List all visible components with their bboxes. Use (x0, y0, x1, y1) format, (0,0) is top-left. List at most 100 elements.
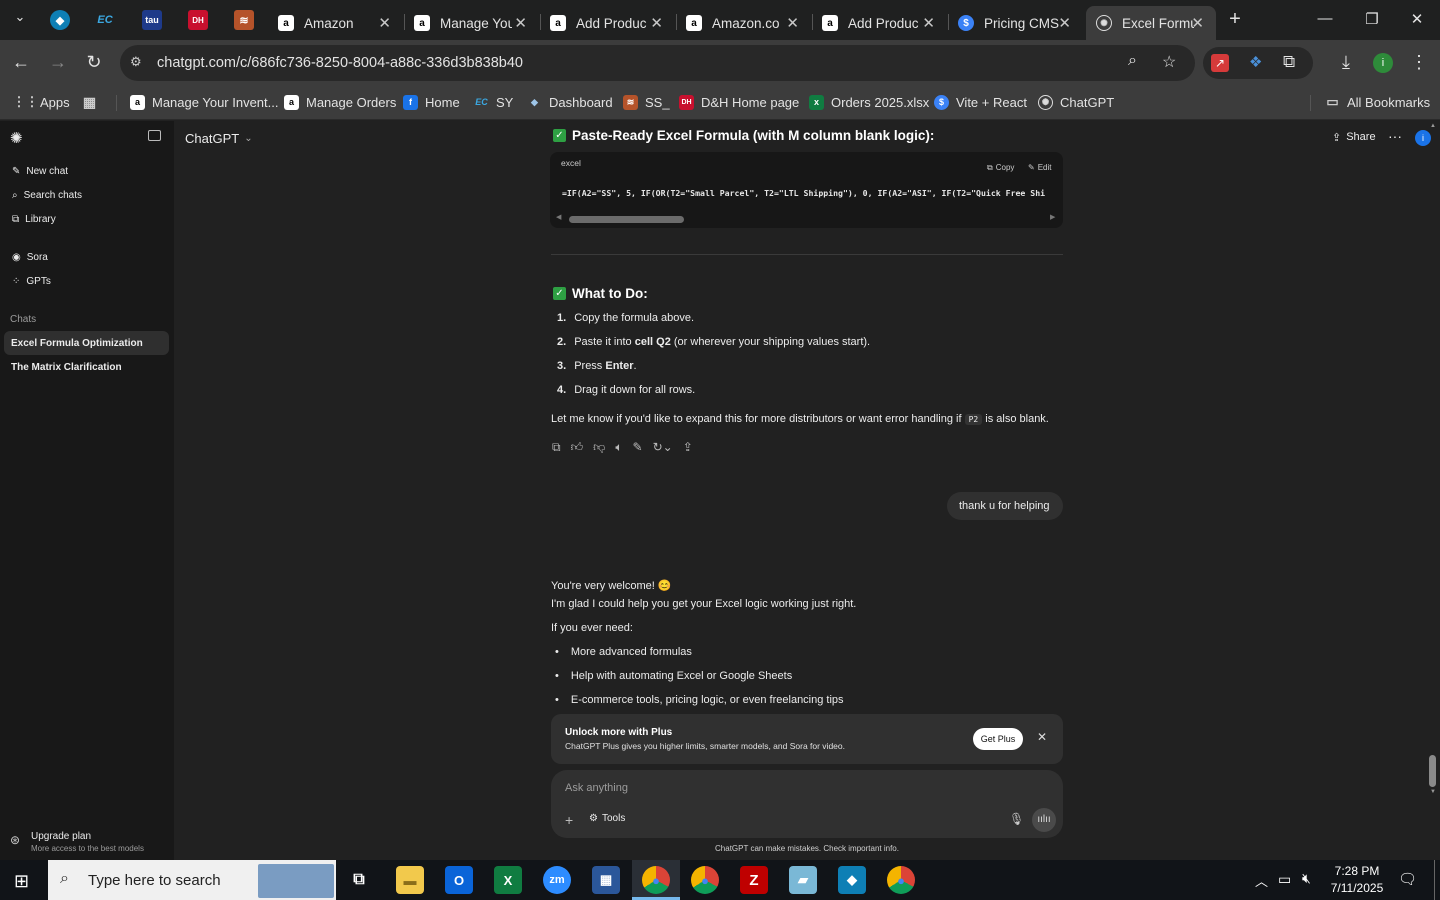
pinned-tab-app-icon[interactable]: ◆ (50, 10, 70, 30)
excel-icon[interactable]: X (494, 866, 522, 894)
tab-amazon[interactable]: a Amazon ✕ (268, 6, 403, 40)
volume-muted-icon[interactable]: 🔇︎ (1302, 870, 1311, 887)
model-selector[interactable]: ChatGPT ⌄ (185, 131, 253, 146)
chat-item-excel-formula[interactable]: Excel Formula Optimization (4, 331, 169, 355)
code-scrollbar[interactable]: ◀ ▶ (554, 214, 1059, 224)
url-text[interactable]: chatgpt.com/c/686fc736-8250-8004-a88c-33… (157, 55, 523, 71)
zoom-app-icon[interactable]: zm (543, 866, 571, 894)
scroll-up-icon[interactable]: ▲ (1430, 123, 1436, 129)
close-tab-icon[interactable]: ✕ (514, 14, 527, 32)
scrollbar-thumb[interactable] (569, 216, 684, 223)
pinned-tab-ec-icon[interactable]: EC (95, 10, 115, 30)
back-icon[interactable]: ← (10, 52, 32, 73)
show-hidden-icons-chevron-icon[interactable]: ︿ (1255, 871, 1268, 890)
zoom-icon[interactable]: ⌕ (1128, 52, 1137, 70)
share-icon[interactable]: ⇪ (683, 440, 693, 455)
bookmark-vite-react[interactable]: $ Vite + React (934, 92, 1027, 112)
copy-icon[interactable]: ⧉ (552, 440, 561, 455)
file-explorer-icon[interactable]: ▬ (396, 866, 424, 894)
chrome-icon[interactable]: ● (691, 866, 719, 894)
address-bar[interactable]: ⚙ chatgpt.com/c/686fc736-8250-8004-a88c-… (120, 45, 1195, 81)
tab-search-chevron-icon[interactable]: ⌄ (8, 9, 32, 25)
read-aloud-icon[interactable]: 🔈︎ (615, 440, 622, 455)
thumbs-down-icon[interactable]: 👎︎ (593, 440, 605, 455)
pinned-tab-stack-icon[interactable]: ≋ (234, 10, 254, 30)
new-chat-button[interactable]: ✎ New chat (12, 166, 68, 177)
prompt-input[interactable]: Ask anything (565, 782, 628, 794)
task-view-icon[interactable]: ⧉ (345, 866, 373, 894)
upgrade-plan-button[interactable]: ⊛ Upgrade plan More access to the best m… (10, 831, 170, 857)
tab-pricing-cms[interactable]: $ Pricing CMS ✕ (948, 6, 1083, 40)
chrome-profile-icon[interactable]: ● (887, 866, 915, 894)
close-icon[interactable]: ✕ (1037, 730, 1047, 744)
scroll-left-icon[interactable]: ◀ (556, 213, 561, 221)
page-scrollbar[interactable]: ▲ ▼ (1426, 121, 1440, 801)
calculator-icon[interactable]: ▦ (592, 866, 620, 894)
plus-attach-icon[interactable]: + (565, 812, 573, 828)
restore-icon[interactable]: ❐ (1360, 10, 1384, 28)
tab-groups-icon[interactable]: ▦ (82, 92, 104, 112)
regenerate-icon[interactable]: ↻⌄ (653, 440, 673, 455)
bookmark-orders-xlsx[interactable]: x Orders 2025.xlsx (809, 92, 929, 112)
bookmark-dh-home[interactable]: DH D&H Home page (679, 92, 799, 112)
edit-canvas-icon[interactable]: ✎ (633, 440, 643, 455)
tools-button[interactable]: ⚙ Tools (589, 813, 625, 824)
bookmark-chatgpt[interactable]: ✺ ChatGPT (1038, 92, 1114, 112)
tab-add-product-1[interactable]: a Add Produc ✕ (540, 6, 675, 40)
tab-amazon-com[interactable]: a Amazon.co ✕ (676, 6, 811, 40)
close-tab-icon[interactable]: ✕ (650, 14, 663, 32)
bookmark-dashboard[interactable]: ◆ Dashboard (527, 92, 613, 112)
chrome-icon[interactable]: ● (642, 866, 670, 894)
scrollbar-thumb[interactable] (1429, 755, 1436, 787)
sora-button[interactable]: ◉ Sora (12, 252, 48, 263)
openai-logo-icon[interactable]: ✺ (10, 129, 23, 147)
close-window-icon[interactable]: ✕ (1405, 10, 1429, 28)
bookmark-ss[interactable]: ≋ SS_ (623, 92, 670, 112)
edit-code-button[interactable]: ✎ Edit (1028, 163, 1052, 172)
library-button[interactable]: ⧉ Library (12, 214, 56, 225)
new-tab-plus-icon[interactable]: + (1223, 8, 1247, 31)
all-bookmarks[interactable]: ▭ All Bookmarks (1325, 92, 1430, 112)
tab-excel-formula[interactable]: ✺ Excel Formu ✕ (1086, 6, 1216, 40)
extensions-icon[interactable]: ⧉ (1283, 52, 1295, 72)
network-icon[interactable]: ▭ (1278, 871, 1291, 888)
close-tab-icon[interactable]: ✕ (786, 14, 799, 32)
search-chats-button[interactable]: ⌕ Search chats (12, 190, 82, 201)
pdf-extension-icon[interactable]: ↗ (1211, 54, 1229, 72)
taskbar-search[interactable]: ⌕ Type here to search (48, 860, 336, 900)
close-tab-icon[interactable]: ✕ (922, 14, 935, 32)
close-tab-icon[interactable]: ✕ (1058, 14, 1071, 32)
profile-avatar[interactable]: i (1373, 53, 1393, 73)
clock[interactable]: 7:28 PM 7/11/2025 (1326, 864, 1388, 895)
bookmark-home[interactable]: f Home (403, 92, 460, 112)
site-info-icon[interactable]: ⚙ (130, 54, 142, 70)
windows-start-icon[interactable]: ⊞ (14, 871, 29, 892)
close-tab-icon[interactable]: ✕ (1191, 14, 1204, 32)
chat-item-matrix[interactable]: The Matrix Clarification (4, 355, 169, 379)
scroll-right-icon[interactable]: ▶ (1050, 213, 1055, 221)
browser-menu-icon[interactable]: ⋮ (1408, 52, 1430, 73)
share-button[interactable]: ⇪ Share (1332, 131, 1376, 144)
bookmark-sy[interactable]: EC SY (474, 92, 513, 112)
thumbs-up-icon[interactable]: 👍︎ (571, 440, 584, 455)
app-diamond-icon[interactable]: ◆ (838, 866, 866, 894)
notepad-app-icon[interactable]: ▰ (789, 866, 817, 894)
bookmark-manage-orders[interactable]: a Manage Orders (284, 92, 396, 112)
gpts-button[interactable]: ⁘ GPTs (12, 276, 51, 287)
scroll-down-icon[interactable]: ▼ (1430, 789, 1436, 795)
show-desktop-button[interactable] (1434, 860, 1435, 900)
copy-code-button[interactable]: ⧉ Copy (987, 163, 1014, 173)
pinned-tab-dh-icon[interactable]: DH (188, 10, 208, 30)
notifications-icon[interactable]: 🗨︎ (1398, 870, 1417, 888)
more-options-icon[interactable]: ··· (1388, 128, 1402, 144)
bookmark-apps[interactable]: ⋮⋮ Apps (13, 92, 70, 112)
close-tab-icon[interactable]: ✕ (378, 14, 391, 32)
filezilla-icon[interactable]: Z (740, 866, 768, 894)
puzzle-blue-extension-icon[interactable]: ❖ (1249, 53, 1262, 71)
forward-icon[interactable]: → (47, 52, 69, 73)
minimize-icon[interactable]: — (1313, 10, 1337, 27)
pinned-tab-tau-icon[interactable]: tau (142, 10, 162, 30)
bookmark-star-icon[interactable]: ☆ (1162, 52, 1176, 72)
voice-mode-icon[interactable]: ıılıı (1032, 808, 1056, 832)
reload-icon[interactable]: ↻ (83, 52, 105, 73)
